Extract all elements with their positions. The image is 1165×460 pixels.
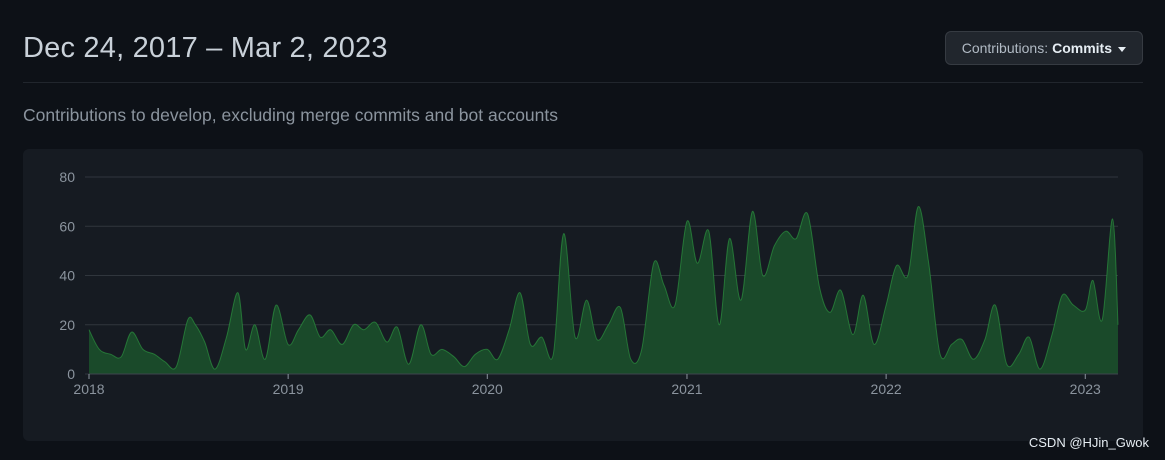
contributions-subtitle: Contributions to develop, excluding merg… [23,105,559,125]
x-tick-label: 2019 [273,381,304,397]
x-tick-label: 2023 [1070,381,1101,397]
x-tick-label: 2022 [871,381,902,397]
caret-down-icon [1118,46,1126,52]
y-tick-label: 60 [59,218,75,234]
y-tick-label: 0 [67,366,75,382]
x-tick-label: 2021 [671,381,702,397]
series-area [89,206,1118,374]
y-tick-label: 40 [59,268,75,284]
page-header: Dec 24, 2017 – Mar 2, 2023 Contributions… [23,28,1143,83]
x-tick-label: 2020 [472,381,503,397]
chart-svg: 0 20 40 60 80 2018 2019 2020 2021 2022 2023 [59,169,1119,397]
x-tick-label: 2018 [73,381,104,397]
contributions-dropdown-button[interactable]: Contributions: Commits [944,31,1143,65]
dropdown-value: Commits [1052,40,1112,56]
contributions-chart: 0 20 40 60 80 2018 2019 2020 2021 2022 2023 [23,149,1143,441]
y-tick-label: 20 [59,317,75,333]
date-range-title: Dec 24, 2017 – Mar 2, 2023 [23,32,388,64]
watermark-text: CSDN @HJin_Gwok [1028,435,1149,450]
y-tick-label: 80 [59,169,75,185]
dropdown-label: Contributions: [961,40,1049,56]
